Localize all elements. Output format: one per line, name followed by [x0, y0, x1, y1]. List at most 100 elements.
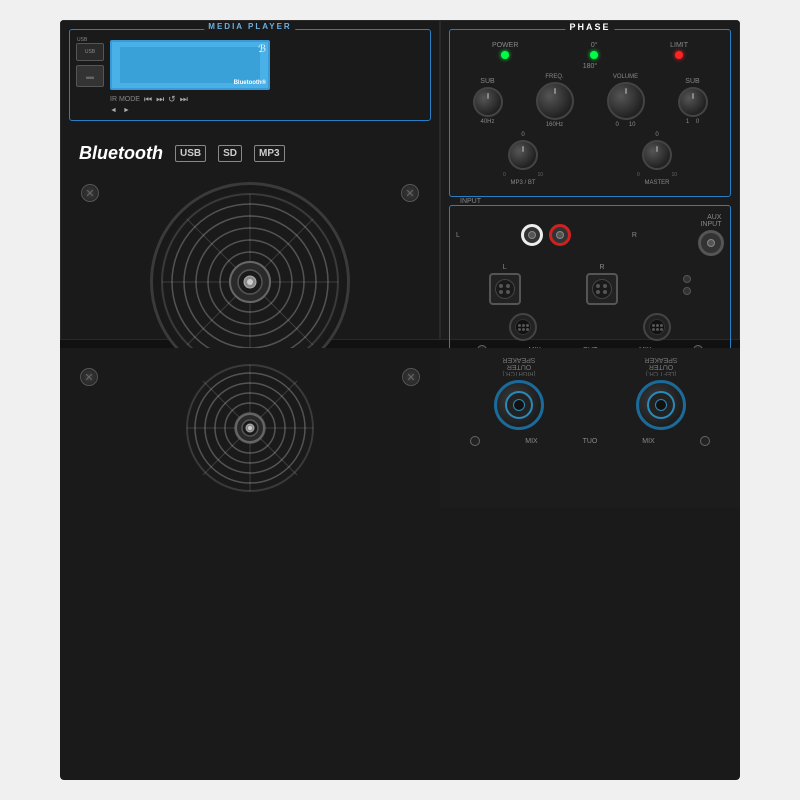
xlr-right[interactable] [586, 273, 618, 305]
bottom-speaker-right[interactable] [636, 380, 686, 430]
vol-up-btn[interactable]: ► [123, 107, 130, 114]
volume-knob[interactable] [607, 82, 645, 120]
freq-knob[interactable] [536, 82, 574, 120]
mic-dot-r [656, 324, 659, 327]
bsl-center [513, 399, 525, 411]
rca-white[interactable] [521, 224, 543, 246]
bottom-speaker-left[interactable] [494, 380, 544, 430]
ref-left-ch: (LEFT CH.) [646, 370, 677, 376]
xlr-l-label: L [503, 264, 507, 271]
xlr-dot-r [603, 284, 607, 288]
xlr-right-inner [592, 279, 612, 299]
bottom-fan-svg [185, 363, 315, 493]
xlr-r-label: R [599, 264, 604, 271]
media-player-box: MEDIA PLAYER USB ▬ [69, 29, 431, 121]
master-label: MASTER [644, 180, 669, 186]
limit-indicator: LIMIT [670, 42, 688, 59]
right-panel: PHASE POWER 0° LIMIT [440, 20, 740, 340]
xlr-left[interactable] [489, 273, 521, 305]
ref-outer-label-r: OUTER [507, 363, 532, 370]
rca-red[interactable] [549, 224, 571, 246]
sub-right-knob[interactable] [678, 87, 708, 117]
aux-group: AUXINPUT [698, 214, 724, 256]
xlr-row: L [456, 264, 724, 305]
bottom-mix-l: MIX [525, 438, 537, 445]
mic-dots [518, 324, 529, 331]
xlr-dots [499, 284, 511, 294]
prev-btn[interactable]: ⏮ [144, 94, 152, 105]
bottom-out: TUO [583, 438, 598, 445]
mp3bt-scale: 010 [503, 172, 543, 178]
mic-right-inner [649, 319, 665, 335]
hz-40-label: 40Hz [480, 119, 494, 125]
media-player-inner: USB ▬ ℬ Bluetooth® [76, 40, 424, 90]
sd-slot[interactable]: ▬ [76, 65, 104, 87]
usb-feature-icon: USB [175, 145, 206, 162]
left-panel: MEDIA PLAYER USB ▬ [60, 20, 440, 340]
bottom-mix-row: MIX TUO MIX [448, 436, 732, 446]
bluetooth-symbol-small: ℬ [258, 44, 266, 55]
sd-feature-icon: SD [218, 145, 242, 162]
fan-svg [160, 192, 340, 372]
xlr-r-group: R [586, 264, 618, 305]
features-row: Bluetooth USB SD MP3 [69, 129, 431, 172]
bottom-fan [185, 363, 315, 493]
zero-indicator: 0° [590, 42, 598, 59]
mp3-feature-icon: MP3 [254, 145, 285, 162]
aux-center [707, 239, 715, 247]
ref-right-ch: (RIGHTCH.) [503, 370, 536, 376]
rca-center-red [556, 231, 564, 239]
limit-led [675, 51, 683, 59]
knob-marker-4 [692, 93, 694, 99]
xlr-dot [499, 290, 503, 294]
bottom-fan-section: ✕ ✕ [68, 356, 432, 500]
bottom-mix-r: MIX [642, 438, 654, 445]
mic-dot [518, 328, 521, 331]
reflected-speaker-labels: (LEFT CH.) OUTER SPEAKER (RIGHTCH.) OUTE… [448, 356, 732, 376]
bottom-mix-circle-r [700, 436, 710, 446]
next-btn[interactable]: ⏭ [156, 94, 164, 105]
repeat-btn[interactable]: ↺ [168, 94, 176, 105]
freq-label: FREQ. [545, 74, 563, 80]
hz-160-label: 160Hz [546, 122, 563, 128]
power-led [501, 51, 509, 59]
zero-label: 0° [591, 42, 598, 49]
knob-row-2: 0 010 MP3 / BT 0 [456, 132, 724, 186]
limit-label: LIMIT [670, 42, 688, 49]
usb-port[interactable]: USB [76, 43, 104, 61]
power-label: POWER [492, 42, 518, 49]
lcd-display-inner [120, 47, 260, 84]
mp3bt-knob[interactable] [508, 140, 538, 170]
xlr-dot-r [603, 290, 607, 294]
xlr-dot-r [596, 290, 600, 294]
sub-left-knob[interactable] [473, 87, 503, 117]
bottom-screw-tr: ✕ [402, 368, 420, 386]
mic-dot [526, 328, 529, 331]
mic-right[interactable] [643, 313, 671, 341]
mic-dot [518, 324, 521, 327]
usb-label: USB [85, 49, 95, 55]
vol-down-btn[interactable]: ◄ [110, 107, 117, 114]
mic-row [456, 313, 724, 341]
master-knob[interactable] [642, 140, 672, 170]
input-section: INPUT L R [449, 205, 731, 364]
bsr-center [655, 399, 667, 411]
sub-left-group: SUB 40Hz [473, 78, 503, 125]
phase-title: PHASE [565, 22, 614, 32]
mic-left[interactable] [509, 313, 537, 341]
rca-center-white [528, 231, 536, 239]
ff-btn[interactable]: ⏭ [180, 94, 188, 105]
aux-jack[interactable] [698, 230, 724, 256]
xlr-dot [499, 284, 503, 288]
sd-icon: ▬ [86, 72, 94, 81]
volume-group: VOLUME 0 10 [607, 74, 645, 128]
power-indicator: POWER [492, 42, 518, 59]
media-player-title: MEDIA PLAYER [204, 22, 295, 31]
r-label: R [632, 232, 637, 239]
knob-marker [487, 93, 489, 99]
mic-dot-r [652, 328, 655, 331]
control-btn-row2: ◄ ► [76, 107, 424, 114]
zero-led [590, 51, 598, 59]
mic-dots-r [652, 324, 663, 331]
bsr-inner [647, 391, 675, 419]
